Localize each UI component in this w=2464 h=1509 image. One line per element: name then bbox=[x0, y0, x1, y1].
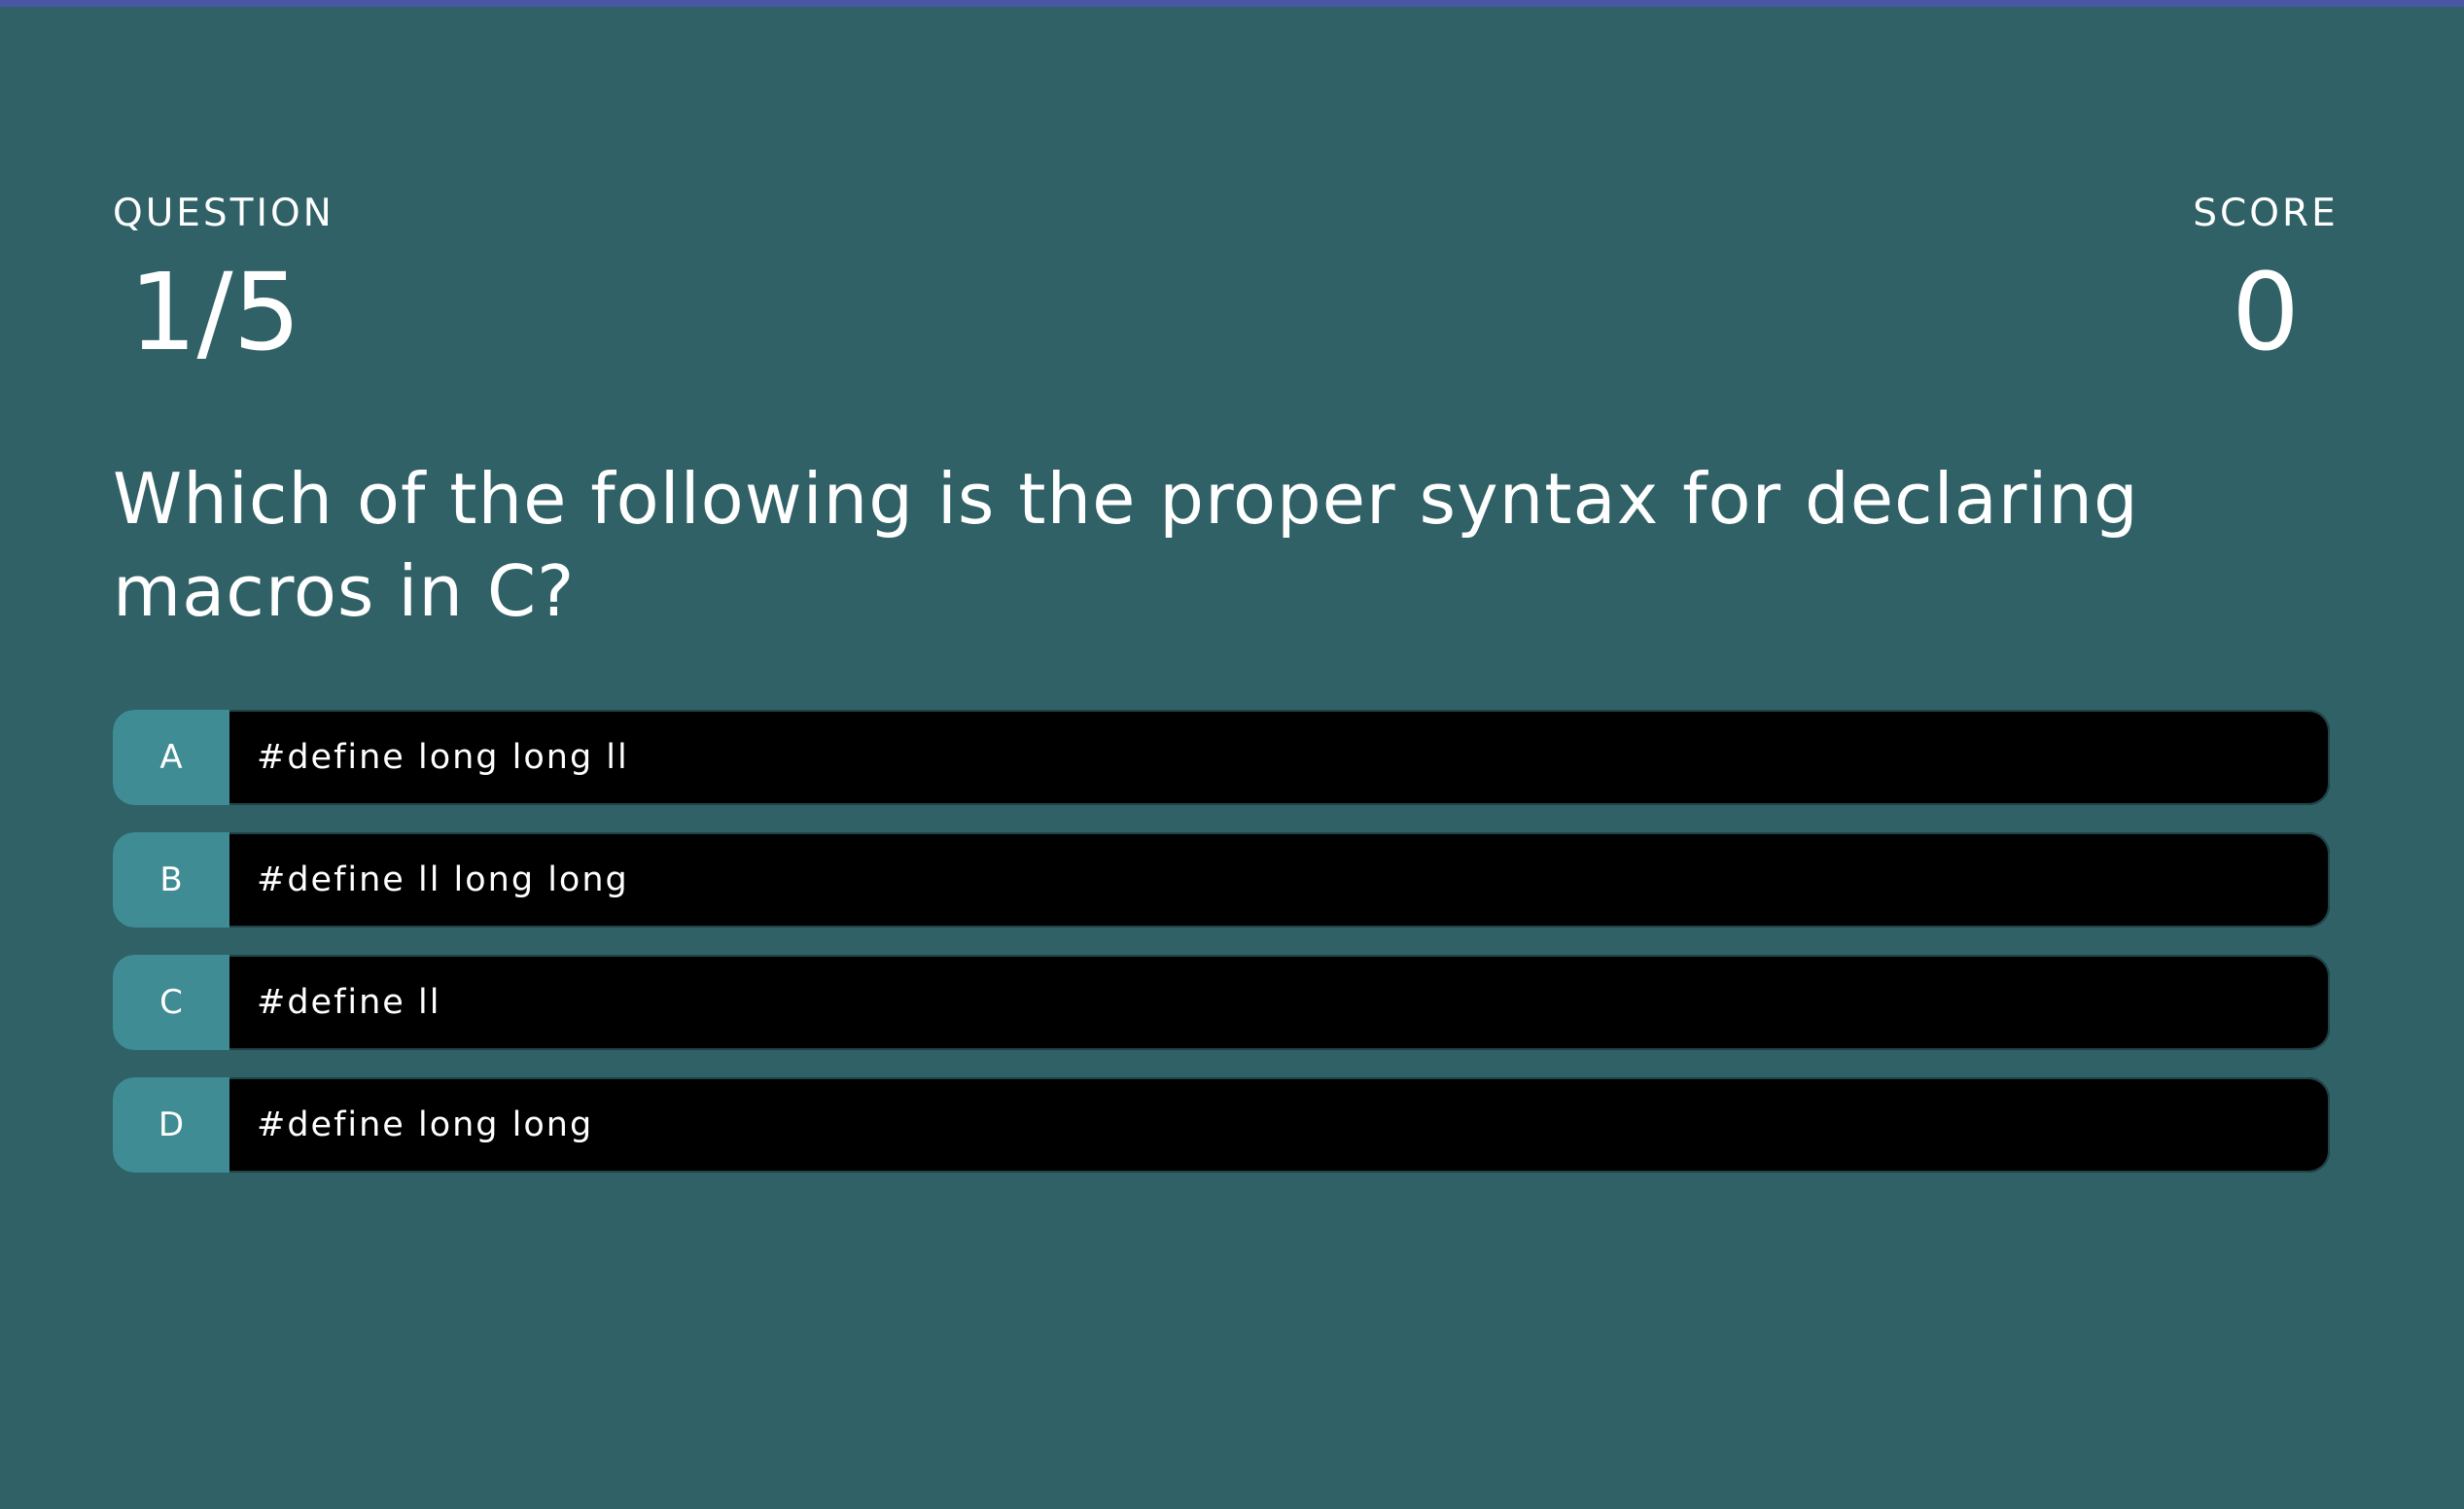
question-progress: 1/5 bbox=[128, 250, 301, 374]
option-letter-a: A bbox=[113, 710, 229, 805]
option-text-c: #define ll bbox=[257, 983, 441, 1022]
option-text-d: #define long long bbox=[257, 1105, 594, 1144]
option-text-a: #define long long ll bbox=[257, 738, 629, 777]
score-label: SCORE bbox=[2193, 192, 2339, 235]
question-text: Which of the following is the proper syn… bbox=[113, 458, 2139, 632]
answer-option-c[interactable]: C #define ll bbox=[113, 955, 2330, 1050]
answer-options: A #define long long ll B #define ll long… bbox=[113, 710, 2330, 1200]
answer-option-b[interactable]: B #define ll long long bbox=[113, 832, 2330, 928]
option-letter-c: C bbox=[113, 955, 229, 1050]
option-letter-d: D bbox=[113, 1077, 229, 1173]
top-accent-strip bbox=[0, 0, 2464, 7]
question-label: QUESTION bbox=[113, 192, 334, 235]
answer-option-a[interactable]: A #define long long ll bbox=[113, 710, 2330, 805]
option-text-b: #define ll long long bbox=[257, 860, 629, 899]
score-value: 0 bbox=[2232, 250, 2300, 374]
option-letter-b: B bbox=[113, 832, 229, 928]
answer-option-d[interactable]: D #define long long bbox=[113, 1077, 2330, 1173]
question-counter: QUESTION 1/5 bbox=[113, 191, 334, 375]
score-counter: SCORE 0 bbox=[2188, 191, 2343, 375]
